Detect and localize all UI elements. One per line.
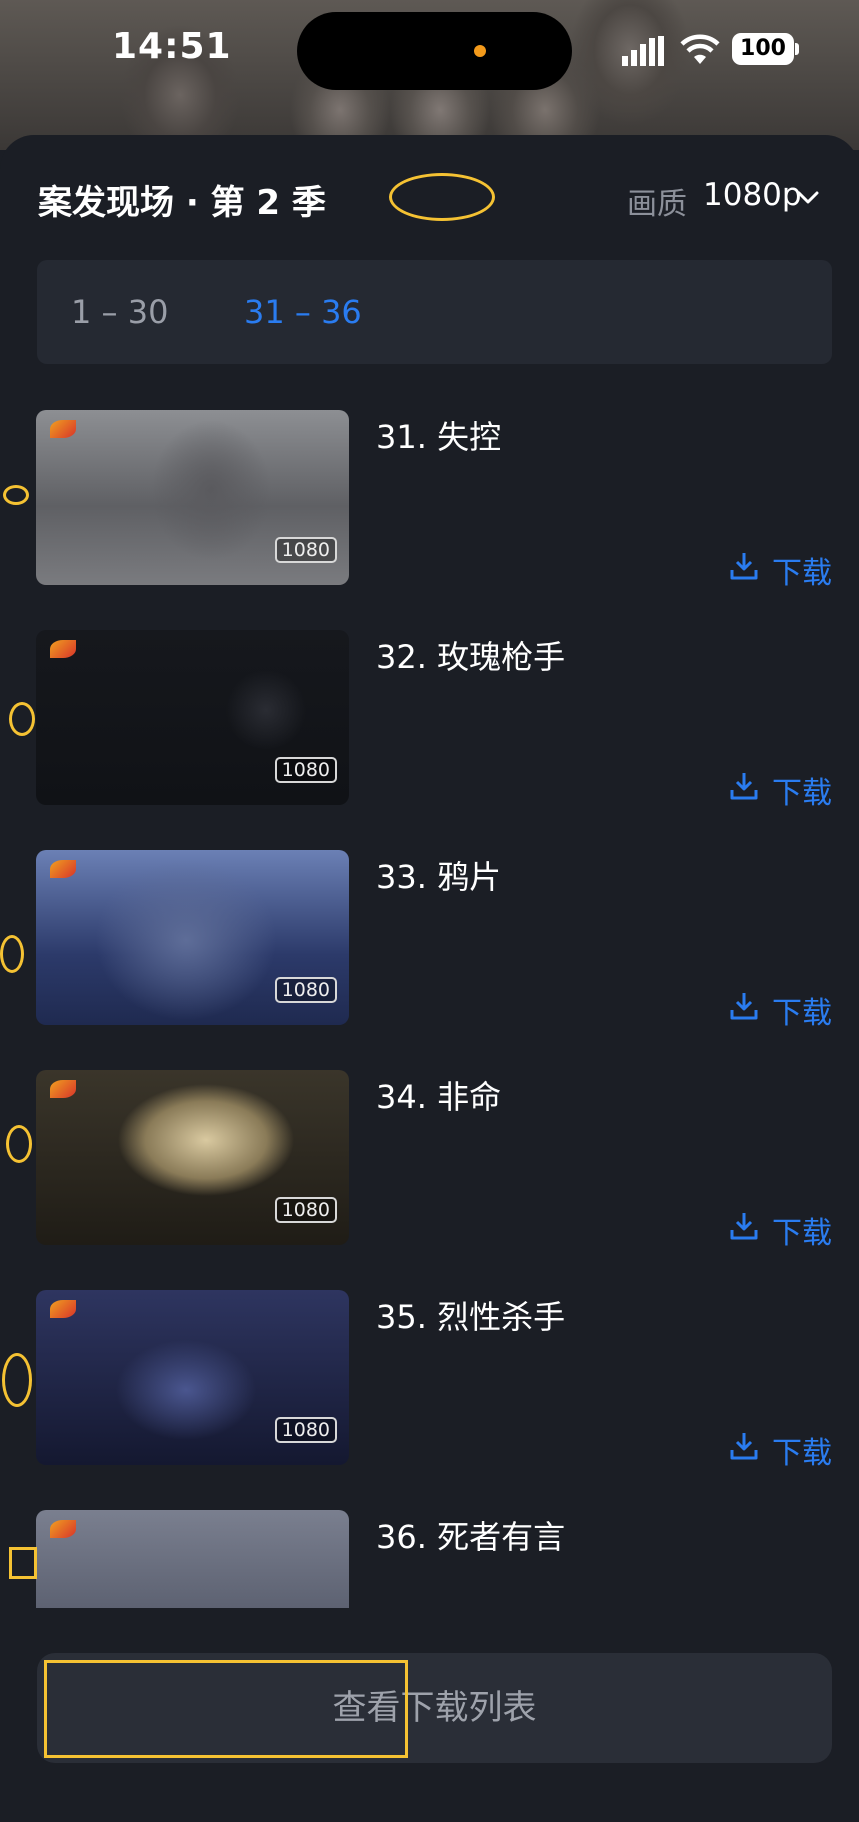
chevron-down-icon[interactable]	[797, 191, 819, 205]
annotation-mark	[6, 1125, 32, 1163]
quality-selector[interactable]: 1080p	[703, 177, 802, 213]
channel-logo	[50, 1520, 76, 1538]
episode-item[interactable]: 1080 31. 失控 下载	[0, 410, 859, 591]
annotation-mark	[389, 173, 495, 221]
download-label: 下载	[772, 996, 832, 1031]
episode-thumbnail[interactable]: 1080	[36, 630, 349, 805]
episode-item[interactable]: 1080 35. 烈性杀手 下载	[0, 1290, 859, 1471]
cellular-signal-icon	[622, 36, 664, 66]
download-icon	[730, 993, 758, 1020]
resolution-badge: 1080	[274, 1417, 337, 1443]
tab-range-1-30[interactable]: 1 – 30	[71, 293, 168, 331]
download-label: 下载	[772, 776, 832, 811]
annotation-mark	[9, 1547, 37, 1579]
episode-thumbnail[interactable]	[36, 1510, 349, 1608]
annotation-mark	[3, 485, 29, 505]
quality-label: 画质	[627, 187, 687, 222]
resolution-badge: 1080	[274, 977, 337, 1003]
channel-logo	[50, 1080, 76, 1098]
resolution-badge: 1080	[274, 537, 337, 563]
download-icon	[730, 1433, 758, 1460]
channel-logo	[50, 860, 76, 878]
episode-thumbnail[interactable]: 1080	[36, 410, 349, 585]
annotation-mark	[9, 702, 35, 736]
episode-item[interactable]: 36. 死者有言	[0, 1510, 859, 1608]
annotation-mark	[0, 935, 24, 973]
episode-title: 34. 非命	[376, 1078, 502, 1116]
wifi-icon	[680, 34, 720, 64]
download-icon	[730, 773, 758, 800]
annotation-mark	[2, 1353, 32, 1407]
episode-title: 32. 玫瑰枪手	[376, 638, 566, 676]
episode-item[interactable]: 1080 34. 非命 下载	[0, 1070, 859, 1251]
episode-thumbnail[interactable]: 1080	[36, 850, 349, 1025]
channel-logo	[50, 1300, 76, 1318]
channel-logo	[50, 420, 76, 438]
battery-tip	[795, 43, 799, 55]
episode-title: 33. 鸦片	[376, 858, 502, 896]
episode-thumbnail[interactable]: 1080	[36, 1290, 349, 1465]
download-label: 下载	[772, 556, 832, 591]
episode-range-tabs: 1 – 30 31 – 36	[37, 260, 832, 364]
download-label: 下载	[772, 1436, 832, 1471]
episode-title: 35. 烈性杀手	[376, 1298, 566, 1336]
episode-item[interactable]: 1080 33. 鸦片 下载	[0, 850, 859, 1031]
battery-indicator: 100	[732, 33, 794, 65]
sheet-title: 案发现场 · 第 2 季	[38, 183, 326, 223]
channel-logo	[50, 640, 76, 658]
recording-indicator-icon	[474, 45, 486, 57]
download-icon	[730, 553, 758, 580]
tab-range-31-36[interactable]: 31 – 36	[244, 293, 362, 331]
download-label: 下载	[772, 1216, 832, 1251]
episode-title: 31. 失控	[376, 418, 502, 456]
episode-title: 36. 死者有言	[376, 1518, 566, 1556]
resolution-badge: 1080	[274, 757, 337, 783]
status-time: 14:51	[112, 26, 232, 67]
status-bar: 14:51 100	[0, 0, 859, 100]
download-icon	[730, 1213, 758, 1240]
dynamic-island	[297, 12, 572, 90]
resolution-badge: 1080	[274, 1197, 337, 1223]
episode-item[interactable]: 1080 32. 玫瑰枪手 下载	[0, 630, 859, 811]
annotation-mark	[44, 1660, 408, 1758]
episode-thumbnail[interactable]: 1080	[36, 1070, 349, 1245]
